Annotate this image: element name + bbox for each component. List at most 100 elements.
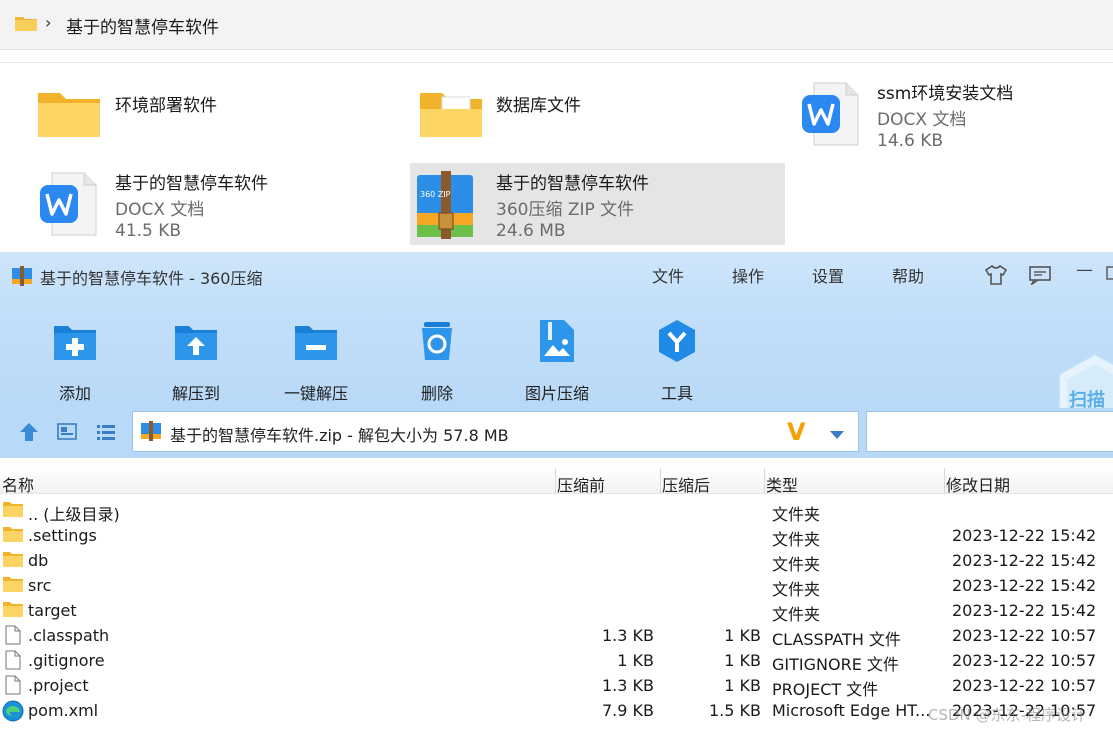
row-size: 1.3 KB	[602, 676, 654, 695]
file-type: 360压缩 ZIP 文件	[496, 200, 635, 220]
file-icon	[5, 650, 21, 674]
recycle-bin-icon	[422, 322, 452, 360]
row-type: CLASSPATH 文件	[772, 630, 901, 649]
column-date[interactable]: 修改日期	[946, 472, 1010, 496]
zip-icon-label: 360 ZIP	[420, 190, 451, 199]
table-row[interactable]: .settings 文件夹 2023-12-22 15:42	[0, 523, 1113, 549]
folder-icon	[36, 83, 102, 143]
folder-icon	[14, 14, 38, 36]
word-doc-icon	[38, 171, 98, 241]
row-type: 文件夹	[772, 580, 821, 599]
extract-to-icon	[175, 326, 217, 360]
folder-icon	[2, 500, 24, 522]
image-compress-icon	[540, 320, 574, 362]
file-tile[interactable]: 数据库文件	[412, 73, 782, 155]
window-title: 基于的智慧停车软件 - 360压缩	[40, 269, 263, 288]
menu-operation[interactable]: 操作	[732, 263, 764, 287]
vip-v-icon[interactable]: V	[787, 418, 806, 446]
column-packed[interactable]: 压缩后	[662, 472, 710, 496]
file-name: ssm环境安装文档	[877, 84, 1014, 104]
table-row[interactable]: .. (上级目录) 文件夹	[0, 498, 1113, 524]
row-date: 2023-12-22 15:42	[952, 551, 1097, 570]
folder-icon	[2, 600, 24, 622]
up-arrow-icon[interactable]	[18, 421, 40, 447]
folder-icon	[2, 525, 24, 547]
explorer-address-bar: › 基于的智慧停车软件	[0, 0, 1113, 50]
column-divider[interactable]	[764, 468, 765, 494]
row-type: 文件夹	[772, 555, 821, 574]
feedback-icon[interactable]	[1028, 265, 1052, 290]
table-row[interactable]: .classpath 1.3 KB 1 KB CLASSPATH 文件 2023…	[0, 623, 1113, 649]
breadcrumb-separator: ›	[45, 13, 52, 32]
file-tile[interactable]: 环境部署软件	[30, 73, 390, 155]
table-row[interactable]: .project 1.3 KB 1 KB PROJECT 文件 2023-12-…	[0, 673, 1113, 699]
add-label: 添加	[58, 384, 91, 403]
file-tile[interactable]: 基于的智慧停车软件 DOCX 文档 41.5 KB	[30, 163, 390, 245]
file-type: DOCX 文档	[115, 200, 205, 220]
column-divider[interactable]	[944, 468, 945, 494]
file-size: 24.6 MB	[496, 221, 566, 241]
row-packed: 1 KB	[724, 626, 761, 645]
one-click-extract-button[interactable]: 一键解压	[269, 310, 359, 403]
row-type: 文件夹	[772, 530, 821, 549]
tools-label: 工具	[660, 384, 693, 403]
table-row[interactable]: src 文件夹 2023-12-22 15:42	[0, 573, 1113, 599]
edge-icon	[2, 700, 24, 726]
row-size: 7.9 KB	[602, 701, 654, 720]
skin-shirt-icon[interactable]	[984, 264, 1008, 291]
menu-settings[interactable]: 设置	[812, 263, 844, 287]
row-size: 1 KB	[617, 651, 654, 670]
row-type: PROJECT 文件	[772, 680, 879, 699]
column-type[interactable]: 类型	[766, 472, 798, 496]
extract-to-button[interactable]: 解压到	[149, 310, 239, 403]
table-row[interactable]: .gitignore 1 KB 1 KB GITIGNORE 文件 2023-1…	[0, 648, 1113, 674]
chevron-down-icon[interactable]	[829, 425, 845, 444]
menu-file[interactable]: 文件	[652, 263, 684, 287]
file-name: 环境部署软件	[115, 96, 217, 116]
file-name: 基于的智慧停车软件	[496, 174, 649, 194]
folder-with-files-icon	[418, 83, 484, 143]
path-field[interactable]: 基于的智慧停车软件.zip - 解包大小为 57.8 MB V	[132, 411, 859, 452]
column-divider[interactable]	[555, 468, 556, 494]
row-date: 2023-12-22 15:42	[952, 576, 1097, 595]
maximize-icon[interactable]	[1106, 265, 1113, 286]
menu-help[interactable]: 帮助	[892, 263, 924, 287]
search-input[interactable]	[866, 411, 1113, 452]
row-packed: 1 KB	[724, 676, 761, 695]
extract-to-label: 解压到	[171, 384, 220, 403]
toolbar: 添加 解压到 一键解压 删除 图片压缩 工具 扫描	[0, 298, 1113, 440]
column-name[interactable]: 名称	[2, 472, 34, 496]
explorer-file-grid: 环境部署软件 数据库文件 ssm环境安装文档 DOCX 文档 14.6 KB 基…	[0, 62, 1113, 252]
tools-button[interactable]: 工具	[630, 310, 720, 403]
file-name: 数据库文件	[496, 96, 581, 116]
list-view-icon[interactable]	[95, 421, 117, 447]
image-compress-label: 图片压缩	[524, 384, 589, 403]
delete-button[interactable]: 删除	[390, 310, 480, 403]
file-size: 14.6 KB	[877, 131, 944, 151]
column-divider[interactable]	[660, 468, 661, 494]
row-packed: 1.5 KB	[709, 701, 761, 720]
row-type: 文件夹	[772, 605, 821, 624]
column-header: 名称 压缩前 压缩后 类型 修改日期	[0, 468, 1113, 496]
file-type: DOCX 文档	[877, 110, 967, 130]
table-row[interactable]: db 文件夹 2023-12-22 15:42	[0, 548, 1113, 574]
thumbnail-view-icon[interactable]	[56, 421, 78, 447]
file-tile-selected[interactable]: 360 ZIP 基于的智慧停车软件 360压缩 ZIP 文件 24.6 MB	[410, 163, 785, 245]
folder-icon	[2, 550, 24, 572]
file-tile[interactable]: ssm环境安装文档 DOCX 文档 14.6 KB	[792, 73, 1112, 155]
zip-archive-icon	[140, 420, 162, 446]
image-compress-button[interactable]: 图片压缩	[510, 310, 600, 403]
add-button[interactable]: 添加	[28, 310, 118, 403]
table-row[interactable]: target 文件夹 2023-12-22 15:42	[0, 598, 1113, 624]
column-size[interactable]: 压缩前	[557, 472, 605, 496]
row-size: 1.3 KB	[602, 626, 654, 645]
add-icon	[54, 326, 96, 360]
file-list: .. (上级目录) 文件夹 .settings 文件夹 2023-12-22 1…	[0, 498, 1113, 723]
minimize-button[interactable]: —	[1076, 260, 1093, 280]
breadcrumb[interactable]: 基于的智慧停车软件	[66, 13, 219, 38]
row-date: 2023-12-22 15:42	[952, 526, 1097, 545]
zip-archive-icon: 360 ZIP	[415, 169, 475, 245]
row-date: 2023-12-22 10:57	[952, 626, 1097, 645]
file-size: 41.5 KB	[115, 221, 182, 241]
tools-hexagon-icon	[659, 320, 695, 362]
